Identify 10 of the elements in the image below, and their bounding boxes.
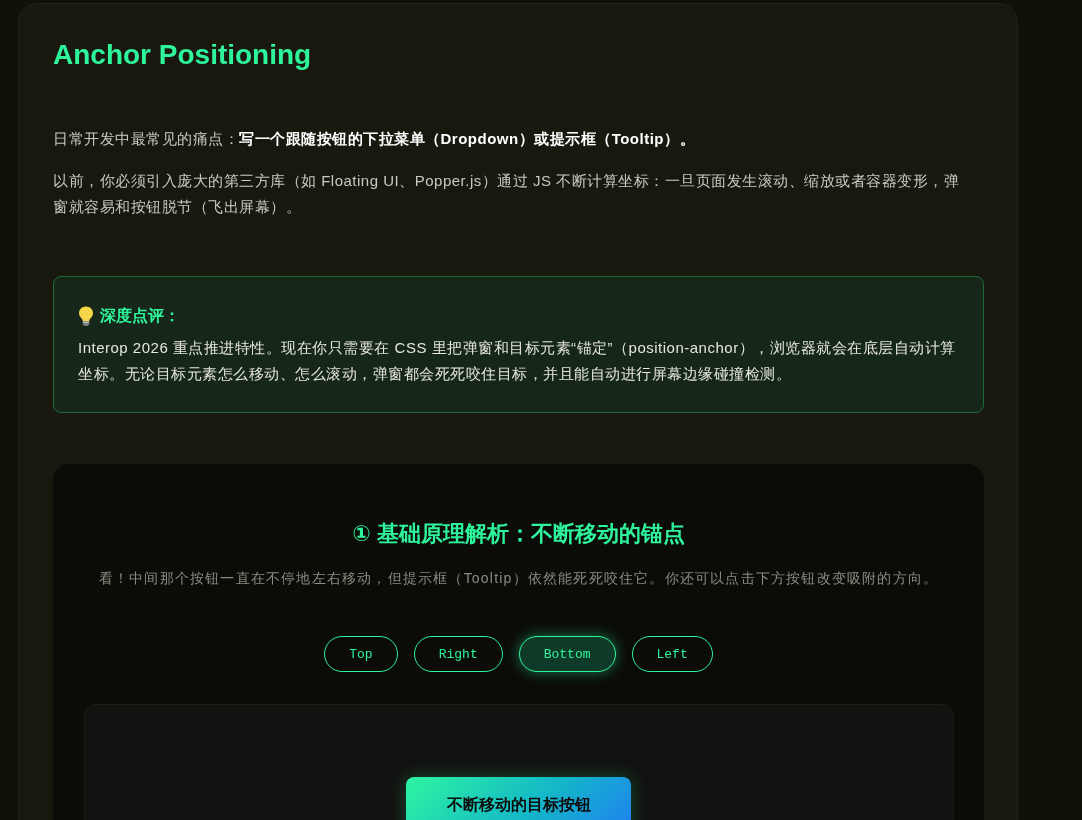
lightbulb-icon [78, 306, 94, 326]
demo-description: 看！中间那个按钮一直在不停地左右移动，但提示框（Tooltip）依然能死死咬住它。你还可以点击下方按钮改变吸附的方向。 [98, 569, 939, 588]
callout-text: Interop 2026 重点推进特性。现在你只需要在 CSS 里把弹窗和目标元素“锚定”（position-anchor），浏览器就会在底层自动计算坐标。无论目标元素怎么移动、怎么滚动，弹窗都会死死咬住目标，并且能自动进行屏幕边缘碰撞检测。 [78, 338, 957, 384]
intro-paragraph: 以前，你必须引入庞大的第三方库（如 Floating UI、Popper.js）通过 JS 不断计算坐标：一旦页面发生滚动、缩放或者容器变形，弹窗就容易和按钮脱节（飞出屏幕）。 [53, 171, 961, 217]
page-title: Anchor Positioning [53, 38, 313, 72]
callout-title: 深度点评： [100, 306, 180, 326]
intro-paragraph: 日常开发中最常见的痛点：写一个跟随按钮的下拉菜单（Dropdown）或提示框（Tooltip）。 [53, 129, 697, 149]
target-button[interactable]: 不断移动的目标按钮 [406, 777, 631, 820]
demo-title: ① 基础原理解析：不断移动的锚点 [352, 520, 685, 548]
placement-button[interactable]: Bottom [518, 636, 616, 672]
